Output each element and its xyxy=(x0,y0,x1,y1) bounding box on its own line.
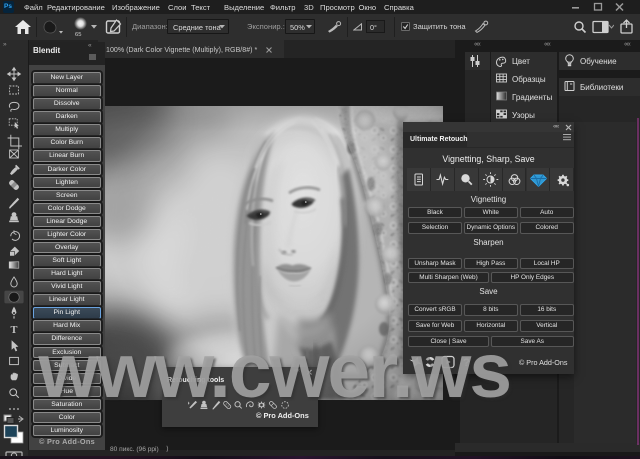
svg-text:T: T xyxy=(11,325,18,336)
